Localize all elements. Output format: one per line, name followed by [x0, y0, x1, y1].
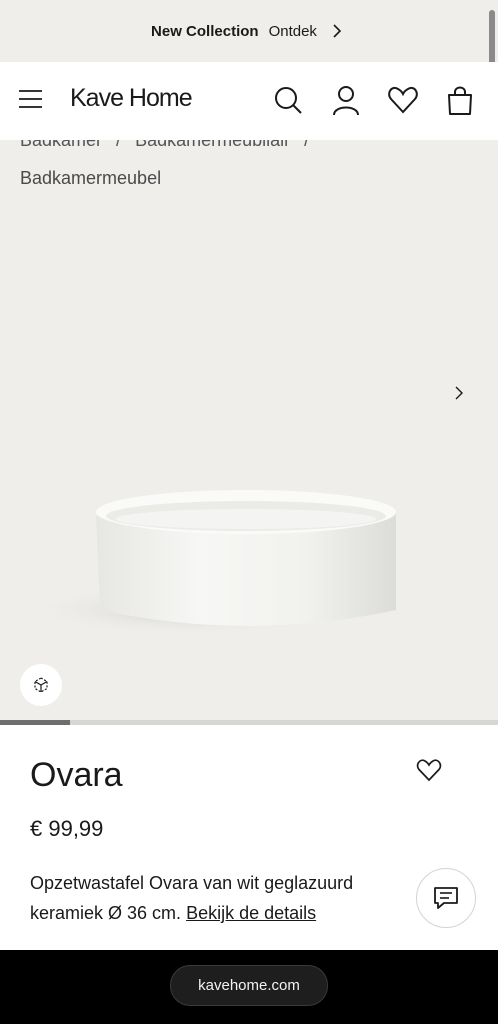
product-image	[20, 482, 410, 642]
view-3d-button[interactable]	[20, 664, 62, 706]
promo-link[interactable]: Ontdek	[269, 23, 317, 40]
account-icon[interactable]	[330, 84, 362, 116]
details-link[interactable]: Bekijk de details	[186, 903, 316, 923]
breadcrumb-item[interactable]: Badkamer	[20, 140, 102, 151]
product-info: Ovara € 99,99 Opzetwastafel Ovara van wi…	[0, 726, 498, 950]
product-description: Opzetwastafel Ovara van wit geglazuurd k…	[30, 868, 400, 928]
product-name: Ovara	[30, 756, 123, 794]
browser-toolbar: kavehome.com	[0, 950, 498, 1024]
breadcrumb-item[interactable]: Badkamermeubilair	[135, 140, 290, 151]
chat-icon	[434, 887, 458, 909]
product-gallery[interactable]: Badkamermeubel	[0, 154, 498, 720]
breadcrumb-separator: /	[304, 140, 310, 150]
gallery-progress-fill	[0, 720, 70, 725]
url-bar[interactable]: kavehome.com	[170, 965, 328, 1006]
search-icon[interactable]	[272, 84, 304, 116]
site-header: Kave Home	[0, 62, 498, 140]
promo-banner[interactable]: New Collection Ontdek	[0, 0, 498, 62]
chevron-right-icon	[327, 21, 347, 41]
brand-logo[interactable]: Kave Home	[70, 84, 193, 113]
promo-title: New Collection	[151, 22, 259, 40]
breadcrumb-current[interactable]: Badkamermeubel	[20, 168, 161, 189]
chat-button[interactable]	[416, 868, 476, 928]
bag-icon[interactable]	[444, 84, 476, 116]
breadcrumb-separator: /	[116, 140, 122, 150]
gallery-progress	[0, 720, 498, 725]
menu-icon[interactable]	[18, 88, 44, 110]
chevron-right-icon[interactable]	[450, 384, 468, 402]
breadcrumb: Badkamer / Badkamermeubilair /	[0, 140, 498, 154]
cube-icon	[34, 677, 48, 693]
wishlist-icon[interactable]	[387, 84, 419, 116]
heart-icon[interactable]	[416, 758, 442, 782]
product-price: € 99,99	[30, 816, 104, 841]
